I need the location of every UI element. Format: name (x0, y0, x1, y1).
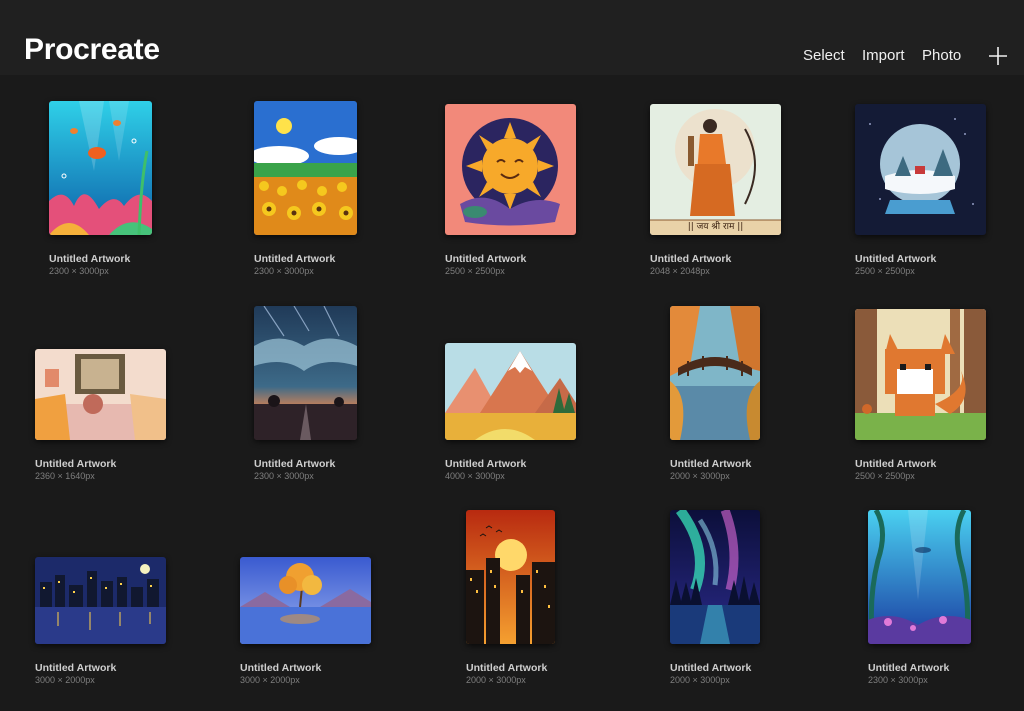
artwork-dimensions: 2000 × 3000px (466, 675, 526, 685)
artwork-name: Untitled Artwork (35, 662, 117, 674)
artwork-dimensions: 2000 × 3000px (670, 471, 730, 481)
artwork-name: Untitled Artwork (445, 458, 527, 470)
artwork-thumbnail[interactable] (35, 349, 166, 440)
artwork-thumbnail[interactable] (254, 306, 357, 440)
artwork-thumbnail[interactable] (445, 104, 576, 235)
top-bar: Procreate Select Import Photo (0, 0, 1024, 75)
artwork-dimensions: 2500 × 2500px (855, 266, 915, 276)
artwork-dimensions: 2360 × 1640px (35, 471, 95, 481)
artwork-thumbnail[interactable] (868, 510, 971, 644)
artwork-thumbnail[interactable] (670, 306, 760, 440)
artwork-name: Untitled Artwork (855, 458, 937, 470)
artwork-thumbnail[interactable] (254, 101, 357, 235)
artwork-thumbnail[interactable] (466, 510, 555, 644)
artwork-name: Untitled Artwork (670, 662, 752, 674)
artwork-dimensions: 2300 × 3000px (49, 266, 109, 276)
app-title: Procreate (24, 33, 160, 66)
artwork-thumbnail[interactable] (670, 510, 760, 644)
artwork-name: Untitled Artwork (650, 253, 732, 265)
photo-button[interactable]: Photo (922, 46, 961, 66)
artwork-dimensions: 2000 × 3000px (670, 675, 730, 685)
artwork-dimensions: 4000 × 3000px (445, 471, 505, 481)
artwork-dimensions: 2300 × 3000px (868, 675, 928, 685)
artwork-name: Untitled Artwork (35, 458, 117, 470)
artwork-name: Untitled Artwork (254, 458, 336, 470)
artwork-dimensions: 2048 × 2048px (650, 266, 710, 276)
artwork-dimensions: 3000 × 2000px (35, 675, 95, 685)
artwork-name: Untitled Artwork (868, 662, 950, 674)
artwork-name: Untitled Artwork (240, 662, 322, 674)
artwork-thumbnail[interactable]: || जय श्री राम || (650, 104, 781, 235)
artwork-dimensions: 2500 × 2500px (445, 266, 505, 276)
artwork-thumbnail[interactable] (240, 557, 371, 644)
artwork-dimensions: 3000 × 2000px (240, 675, 300, 685)
artwork-dimensions: 2300 × 3000px (254, 266, 314, 276)
artwork-thumbnail[interactable] (35, 557, 166, 644)
artwork-dimensions: 2500 × 2500px (855, 471, 915, 481)
artwork-dimensions: 2300 × 3000px (254, 471, 314, 481)
plus-icon[interactable] (988, 46, 1008, 66)
import-button[interactable]: Import (862, 46, 905, 66)
artwork-thumbnail[interactable] (855, 309, 986, 440)
artwork-thumbnail[interactable] (445, 343, 576, 440)
artwork-thumbnail[interactable] (49, 101, 152, 235)
artwork-thumbnail[interactable] (855, 104, 986, 235)
artwork-name: Untitled Artwork (670, 458, 752, 470)
artwork-caption: || जय श्री राम || (687, 222, 744, 232)
artwork-name: Untitled Artwork (855, 253, 937, 265)
artwork-name: Untitled Artwork (254, 253, 336, 265)
artwork-name: Untitled Artwork (466, 662, 548, 674)
artwork-name: Untitled Artwork (49, 253, 131, 265)
artwork-name: Untitled Artwork (445, 253, 527, 265)
select-button[interactable]: Select (803, 46, 845, 66)
